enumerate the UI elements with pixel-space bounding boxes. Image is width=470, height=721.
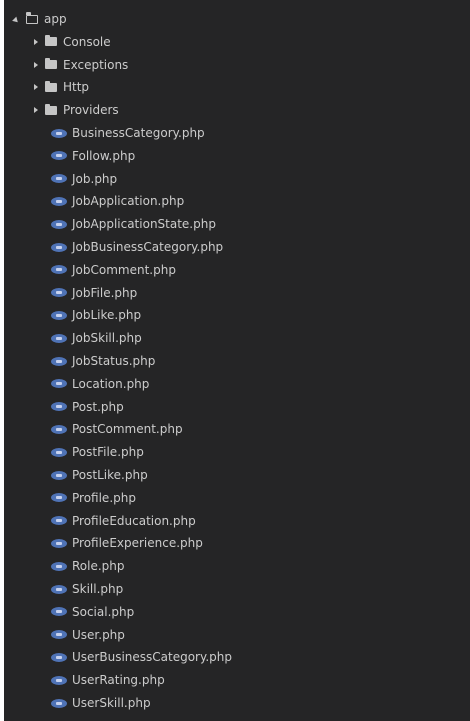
tree-item-file[interactable]: User.php [4,624,470,646]
tree-item-file[interactable]: Social.php [4,601,470,623]
tree-item-file[interactable]: Location.php [4,373,470,395]
tree-item-label: UserBusinessCategory.php [72,650,233,665]
tree-item-file[interactable]: JobSkill.php [4,327,470,349]
tree-item-label: PostFile.php [72,445,144,460]
php-file-icon [51,242,67,252]
php-file-icon [51,356,67,366]
folder-icon [45,35,57,47]
php-file-icon [51,493,67,503]
tree-item-file[interactable]: Follow.php [4,145,470,167]
php-file-icon [51,698,67,708]
tree-item-label: PostLike.php [72,468,148,482]
tree-item-label: JobBusinessCategory.php [72,240,224,254]
folder-icon [45,80,57,92]
tree-item-label: Console [63,34,111,49]
tree-item-label: Providers [63,103,119,118]
php-file-icon [51,310,67,320]
tree-item-label: JobFile.php [72,285,138,300]
php-file-icon [51,128,67,138]
tree-item-label: ProfileEducation.php [72,513,196,528]
tree-item-file[interactable]: ProfileEducation.php [4,510,470,532]
tree-item-label: Exceptions [63,57,129,72]
tree-item-file[interactable]: JobBusinessCategory.php [4,236,470,258]
folder-icon [45,103,57,115]
tree-item-label: JobLike.php [72,308,142,323]
php-file-icon [51,151,67,161]
tree-item-folder[interactable]: Http [4,76,470,98]
tree-item-label: Skill.php [72,582,124,596]
tree-item-file[interactable]: JobFile.php [4,282,470,304]
tree-item-file[interactable]: BusinessCategory.php [4,122,470,144]
tree-item-label: BusinessCategory.php [72,126,205,140]
tree-item-file[interactable]: UserBusinessCategory.php [4,646,470,668]
folder-open-icon [25,12,38,24]
tree-item-label: Follow.php [72,148,136,163]
tree-item-file[interactable]: JobComment.php [4,259,470,281]
tree-item-file[interactable]: Profile.php [4,487,470,509]
php-file-icon [51,584,67,594]
tree-item-folder[interactable]: Providers [4,99,470,121]
php-file-icon [51,470,67,480]
chevron-right-icon[interactable] [34,84,38,91]
php-file-icon [51,424,67,434]
tree-item-label: User.php [72,627,125,642]
php-file-icon [51,630,67,640]
php-file-icon [51,538,67,548]
php-file-icon [51,447,67,457]
tree-item-label: Social.php [72,604,135,619]
php-file-icon [51,333,67,343]
tree-item-label: Role.php [72,559,125,574]
tree-item-label: Job.php [72,171,118,186]
tree-item-file[interactable]: Post.php [4,396,470,418]
chevron-right-icon[interactable] [34,38,38,45]
tree-item-label: JobSkill.php [72,331,142,346]
tree-item-file[interactable]: PostFile.php [4,441,470,463]
php-file-icon [51,196,67,206]
tree-item-file[interactable]: PostLike.php [4,464,470,486]
tree-item-label: Post.php [72,399,124,414]
tree-item-file[interactable]: PostComment.php [4,418,470,440]
tree-item-label: Location.php [72,376,150,391]
tree-item-file[interactable]: Job.php [4,168,470,190]
php-file-icon [51,402,67,412]
php-file-icon [51,379,67,389]
tree-item-file[interactable]: JobStatus.php [4,350,470,372]
php-file-icon [51,607,67,617]
php-file-icon [51,288,67,298]
php-file-icon [51,652,67,662]
php-file-icon [51,561,67,571]
tree-item-file[interactable]: UserSkill.php [4,692,470,714]
tree-item-file[interactable]: Skill.php [4,578,470,600]
php-file-icon [51,675,67,685]
tree-item-label: JobApplicationState.php [72,217,216,232]
tree-item-label: Http [63,80,90,95]
tree-item-label: JobApplication.php [72,194,185,209]
tree-item-file[interactable]: JobLike.php [4,304,470,326]
folder-icon [45,58,57,70]
php-file-icon [51,174,67,184]
php-file-icon [51,516,67,526]
tree-item-label: UserSkill.php [72,696,151,710]
tree-item-app-folder[interactable]: app [4,8,470,30]
php-file-icon [51,219,67,229]
tree-item-label: UserRating.php [72,673,165,688]
tree-item-folder[interactable]: Exceptions [4,54,470,76]
chevron-right-icon[interactable] [34,61,38,68]
tree-item-label: app [44,12,67,26]
tree-item-file[interactable]: JobApplicationState.php [4,213,470,235]
chevron-right-icon[interactable] [34,107,38,114]
tree-item-label: JobStatus.php [72,354,156,368]
file-explorer-panel: app Console Exceptions Http Providers Busine… [4,0,470,721]
tree-item-label: ProfileExperience.php [72,536,203,551]
php-file-icon [51,265,67,275]
tree-item-folder[interactable]: Console [4,31,470,53]
tree-item-file[interactable]: JobApplication.php [4,190,470,212]
tree-item-file[interactable]: Role.php [4,555,470,577]
tree-item-label: Profile.php [72,490,136,505]
tree-item-label: PostComment.php [72,422,183,437]
tree-item-file[interactable]: ProfileExperience.php [4,532,470,554]
tree-item-file[interactable]: UserRating.php [4,669,470,691]
chevron-down-icon[interactable] [12,16,20,24]
tree-item-label: JobComment.php [72,262,176,277]
